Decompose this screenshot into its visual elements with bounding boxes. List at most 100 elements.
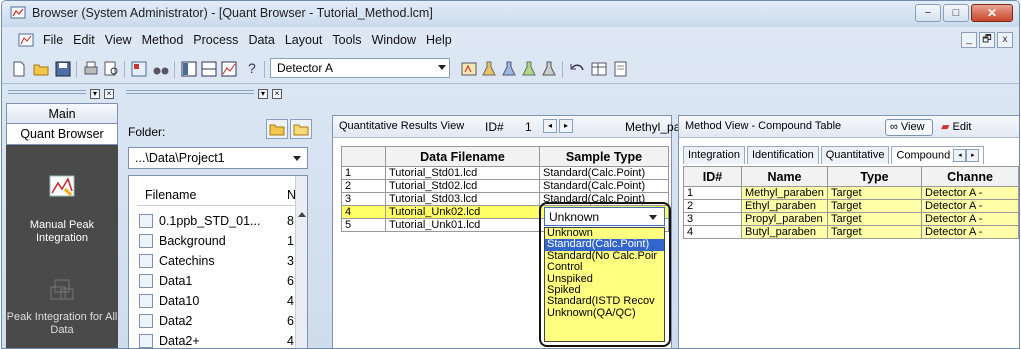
option-control[interactable]: Control [545,261,664,273]
save-icon[interactable] [54,60,72,78]
compound-channel[interactable]: Detector A - [921,186,1019,200]
layout-icon[interactable] [130,60,148,78]
close-button[interactable]: ✕ [971,4,1013,22]
compound-type[interactable]: Target [827,199,922,213]
main-tab[interactable]: Main [6,103,118,125]
tab-identification[interactable]: Identification [746,146,819,164]
list-item[interactable]: Data2+ 4 [139,332,299,348]
menu-process[interactable]: Process [188,33,243,47]
list-item[interactable]: Data10 4 [139,292,299,312]
print-icon[interactable] [82,60,100,78]
compound-name[interactable]: Methyl_paraben [741,186,828,200]
compound-name[interactable]: Butyl_paraben [741,225,828,239]
table-row[interactable]: 2 Tutorial_Std02.lcd Standard(Calc.Point) [341,179,669,193]
next-compound-icon[interactable]: ▸ [559,119,573,133]
open-folder-button[interactable] [290,119,312,139]
table-row[interactable]: 3 Propyl_paraben Target Detector A - [683,212,1019,226]
compound-channel[interactable]: Detector A - [921,225,1019,239]
view-split-icon[interactable] [200,60,218,78]
list-item[interactable]: Data2 6 [139,312,299,332]
menu-file[interactable]: File [38,33,68,47]
help-icon[interactable]: ? [248,60,256,76]
channel-header[interactable]: Channe [921,166,1019,187]
view-button[interactable]: ∞ View [885,119,933,136]
batch-integration-icon[interactable] [49,279,75,303]
sample-type-header[interactable]: Sample Type [539,146,669,167]
menu-layout[interactable]: Layout [280,33,328,47]
scroll-up-icon[interactable] [298,212,306,217]
data-filename-header[interactable]: Data Filename [385,146,540,167]
binoculars-icon[interactable] [152,60,170,78]
table-row[interactable]: 1 Methyl_paraben Target Detector A - [683,186,1019,200]
menu-edit[interactable]: Edit [68,33,100,47]
option-unknown-qaqc[interactable]: Unknown(QA/QC) [545,307,664,319]
tab-integration[interactable]: Integration [683,146,745,164]
menu-window[interactable]: Window [367,33,421,47]
compound-type[interactable]: Target [827,186,922,200]
sample-type[interactable]: Standard(Calc.Point) [539,179,669,193]
menu-help[interactable]: Help [421,33,457,47]
tab-quantitative[interactable]: Quantitative [820,146,890,164]
print-preview-icon[interactable] [102,60,120,78]
compound-type[interactable]: Target [827,212,922,226]
peak-integration-all-data[interactable]: Peak Integration for All Data [6,311,118,337]
new-file-icon[interactable] [10,60,28,78]
mdi-close-button[interactable]: x [997,32,1013,48]
pin-icon[interactable]: ▾ [90,89,100,99]
assistant-grip[interactable]: ▾ × [6,87,118,103]
sample-type[interactable]: Standard(Calc.Point) [539,166,669,180]
list-item[interactable]: Catechins 3 [139,252,299,272]
compound-type[interactable]: Target [827,225,922,239]
quant-browser-tab[interactable]: Quant Browser [6,123,118,145]
view-single-icon[interactable] [180,60,198,78]
report-icon[interactable] [612,60,630,78]
flask-grey-icon[interactable] [540,60,558,78]
prev-compound-icon[interactable]: ◂ [543,119,557,133]
flask-icon[interactable] [480,60,498,78]
compound-channel[interactable]: Detector A - [921,199,1019,213]
mdi-restore-button[interactable]: 🗗 [979,32,995,48]
undo-icon[interactable] [568,60,586,78]
flask-blue-icon[interactable] [500,60,518,78]
filename-column-header[interactable]: Filename [145,188,196,202]
menu-tools[interactable]: Tools [327,33,366,47]
tab-scroll-left-icon[interactable]: ◂ [953,149,967,162]
edit-button[interactable]: ▰ Edit [941,120,971,133]
peak-table-icon[interactable] [460,60,478,78]
list-item[interactable]: 0.1ppb_STD_01... 8 [139,212,299,232]
maximize-button[interactable]: □ [943,4,969,22]
manual-peak-integration[interactable]: Manual Peak Integration [6,219,118,245]
manual-integration-icon[interactable] [49,175,75,199]
close-pane-icon[interactable]: × [272,89,282,99]
chart-view-icon[interactable] [220,60,238,78]
list-item[interactable]: Data1 6 [139,272,299,292]
table-row[interactable]: 2 Ethyl_paraben Target Detector A - [683,199,1019,213]
file-list-scrollbar[interactable] [295,176,307,348]
folder-grip[interactable]: ▾ × [124,87,284,103]
browse-folder-button[interactable] [266,119,288,139]
menu-data[interactable]: Data [243,33,279,47]
table-row[interactable]: 4 Butyl_paraben Target Detector A - [683,225,1019,239]
mdi-minimize-button[interactable]: _ [961,32,977,48]
table-row[interactable]: 1 Tutorial_Std01.lcd Standard(Calc.Point) [341,166,669,180]
name-header[interactable]: Name [741,166,828,187]
pin-icon[interactable]: ▾ [258,89,268,99]
flask-check-icon[interactable] [520,60,538,78]
grid-settings-icon[interactable] [590,60,608,78]
folder-path-select[interactable]: ...\Data\Project1 [128,147,308,169]
list-item[interactable]: Background 1 [139,232,299,252]
tab-compound[interactable]: Compound ◂ ▸ [891,146,985,164]
minimize-button[interactable]: − [915,4,941,22]
type-header[interactable]: Type [827,166,922,187]
detector-select[interactable]: Detector A [270,58,450,78]
compound-channel[interactable]: Detector A - [921,212,1019,226]
close-pane-icon[interactable]: × [104,89,114,99]
tab-scroll-right-icon[interactable]: ▸ [966,149,980,162]
sample-type-select[interactable]: Unknown [544,207,665,226]
id-header[interactable]: ID# [683,166,742,187]
compound-name[interactable]: Ethyl_paraben [741,199,828,213]
open-folder-icon[interactable] [32,60,50,78]
compound-name[interactable]: Propyl_paraben [741,212,828,226]
menu-view[interactable]: View [100,33,137,47]
menu-method[interactable]: Method [137,33,189,47]
